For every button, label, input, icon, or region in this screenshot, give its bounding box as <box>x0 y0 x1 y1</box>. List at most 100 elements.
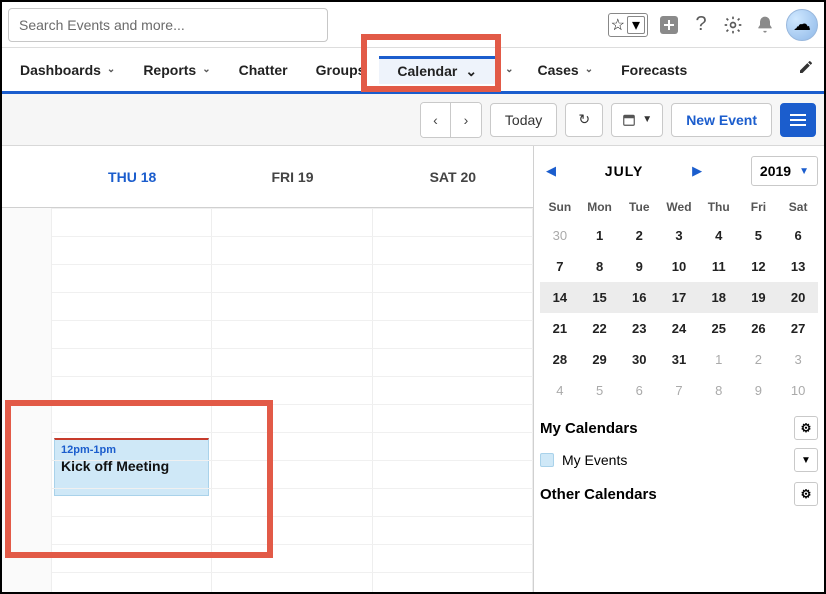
mini-dow: Mon <box>580 194 620 220</box>
mini-day[interactable]: 28 <box>540 344 580 375</box>
mini-day[interactable]: 30 <box>540 220 580 251</box>
add-icon[interactable] <box>658 14 680 36</box>
tab-calendar[interactable]: Calendar ⌄ <box>379 56 495 84</box>
mini-day[interactable]: 1 <box>699 344 739 375</box>
mini-day[interactable]: 6 <box>619 375 659 406</box>
refresh-button[interactable]: ↻ <box>565 103 603 137</box>
mini-day[interactable]: 13 <box>778 251 818 282</box>
mini-dow: Sat <box>778 194 818 220</box>
mini-day[interactable]: 21 <box>540 313 580 344</box>
star-icon: ☆ <box>611 15 625 35</box>
mini-day[interactable]: 3 <box>659 220 699 251</box>
mini-dow: Tue <box>619 194 659 220</box>
calendar-item-my-events[interactable]: My Events ▼ <box>540 448 818 472</box>
time-gutter <box>2 208 52 592</box>
search-input[interactable]: Search Events and more... <box>8 8 328 42</box>
mini-day[interactable]: 9 <box>739 375 779 406</box>
mini-day[interactable]: 6 <box>778 220 818 251</box>
favorites-button[interactable]: ☆ ▾ <box>608 13 648 37</box>
calendar-item-menu[interactable]: ▼ <box>794 448 818 472</box>
mini-dow: Fri <box>739 194 779 220</box>
color-swatch <box>540 453 554 467</box>
mini-day[interactable]: 29 <box>580 344 620 375</box>
chevron-down-icon: ⌄ <box>202 64 210 75</box>
mini-day[interactable]: 4 <box>699 220 739 251</box>
mini-day[interactable]: 27 <box>778 313 818 344</box>
prev-button[interactable]: ‹ <box>421 103 451 137</box>
avatar[interactable]: ☁ <box>786 9 818 41</box>
mini-dow: Thu <box>699 194 739 220</box>
mini-dow: Sun <box>540 194 580 220</box>
event-time: 12pm-1pm <box>61 444 202 456</box>
bell-icon[interactable] <box>754 14 776 36</box>
mini-day[interactable]: 20 <box>778 282 818 313</box>
tab-reports[interactable]: Reports⌄ <box>129 48 224 91</box>
favorites-dropdown[interactable]: ▾ <box>627 16 645 34</box>
mini-prev-month[interactable]: ◀ <box>540 163 562 179</box>
mini-day[interactable]: 25 <box>699 313 739 344</box>
mini-day[interactable]: 8 <box>699 375 739 406</box>
tab-forecasts[interactable]: Forecasts <box>607 48 701 91</box>
mini-day[interactable]: 19 <box>739 282 779 313</box>
mini-day[interactable]: 7 <box>540 251 580 282</box>
pencil-icon[interactable] <box>798 59 814 80</box>
new-event-button[interactable]: New Event <box>671 103 772 137</box>
day-header[interactable]: THU 18 <box>52 146 212 207</box>
mini-day[interactable]: 22 <box>580 313 620 344</box>
mini-day[interactable]: 16 <box>619 282 659 313</box>
mini-day[interactable]: 1 <box>580 220 620 251</box>
mini-day[interactable]: 17 <box>659 282 699 313</box>
mini-day[interactable]: 31 <box>659 344 699 375</box>
mini-day[interactable]: 26 <box>739 313 779 344</box>
mini-next-month[interactable]: ▶ <box>686 163 708 179</box>
tab-calendar-label: Calendar <box>397 63 457 79</box>
mini-day[interactable]: 10 <box>778 375 818 406</box>
mini-day[interactable]: 5 <box>580 375 620 406</box>
tab-chatter[interactable]: Chatter <box>225 48 302 91</box>
mini-day[interactable]: 7 <box>659 375 699 406</box>
mini-day[interactable]: 10 <box>659 251 699 282</box>
other-calendars-settings[interactable]: ⚙ <box>794 482 818 506</box>
mini-day[interactable]: 5 <box>739 220 779 251</box>
help-icon[interactable]: ? <box>690 14 712 36</box>
day-header[interactable]: FRI 19 <box>212 146 372 207</box>
gear-icon[interactable] <box>722 14 744 36</box>
today-button[interactable]: Today <box>490 103 557 137</box>
day-column-thu[interactable]: 12pm-1pm Kick off Meeting <box>52 208 212 592</box>
mini-day[interactable]: 23 <box>619 313 659 344</box>
mini-day[interactable]: 30 <box>619 344 659 375</box>
event-title: Kick off Meeting <box>61 458 202 474</box>
mini-day[interactable]: 2 <box>739 344 779 375</box>
mini-day[interactable]: 12 <box>739 251 779 282</box>
date-nav-group: ‹ › <box>420 102 482 138</box>
mini-day[interactable]: 4 <box>540 375 580 406</box>
mini-day[interactable]: 18 <box>699 282 739 313</box>
mini-day[interactable]: 2 <box>619 220 659 251</box>
mini-day[interactable]: 15 <box>580 282 620 313</box>
mini-day[interactable]: 24 <box>659 313 699 344</box>
search-placeholder: Search Events and more... <box>19 17 185 33</box>
tab-overflow[interactable]: ⌄ <box>495 48 523 91</box>
day-column-fri[interactable] <box>212 208 372 592</box>
day-header[interactable]: SAT 20 <box>373 146 533 207</box>
mini-day[interactable]: 14 <box>540 282 580 313</box>
chevron-down-icon: ⌄ <box>465 63 477 80</box>
year-select[interactable]: 2019▼ <box>751 156 818 186</box>
tab-dashboards[interactable]: Dashboards⌄ <box>6 48 129 91</box>
tab-cases[interactable]: Cases⌄ <box>523 48 607 91</box>
view-options-button[interactable]: ▼ <box>611 103 663 137</box>
next-button[interactable]: › <box>451 103 481 137</box>
day-column-sat[interactable] <box>373 208 533 592</box>
my-calendars-heading: My Calendars <box>540 420 638 437</box>
mini-day[interactable]: 11 <box>699 251 739 282</box>
calendar-event[interactable]: 12pm-1pm Kick off Meeting <box>54 438 209 496</box>
my-calendars-settings[interactable]: ⚙ <box>794 416 818 440</box>
chevron-down-icon: ⌄ <box>585 64 593 75</box>
mini-day[interactable]: 8 <box>580 251 620 282</box>
side-panel-toggle[interactable] <box>780 103 816 137</box>
mini-day[interactable]: 3 <box>778 344 818 375</box>
chevron-down-icon: ⌄ <box>107 64 115 75</box>
other-calendars-heading: Other Calendars <box>540 486 657 503</box>
mini-day[interactable]: 9 <box>619 251 659 282</box>
tab-groups[interactable]: Groups <box>302 48 380 91</box>
